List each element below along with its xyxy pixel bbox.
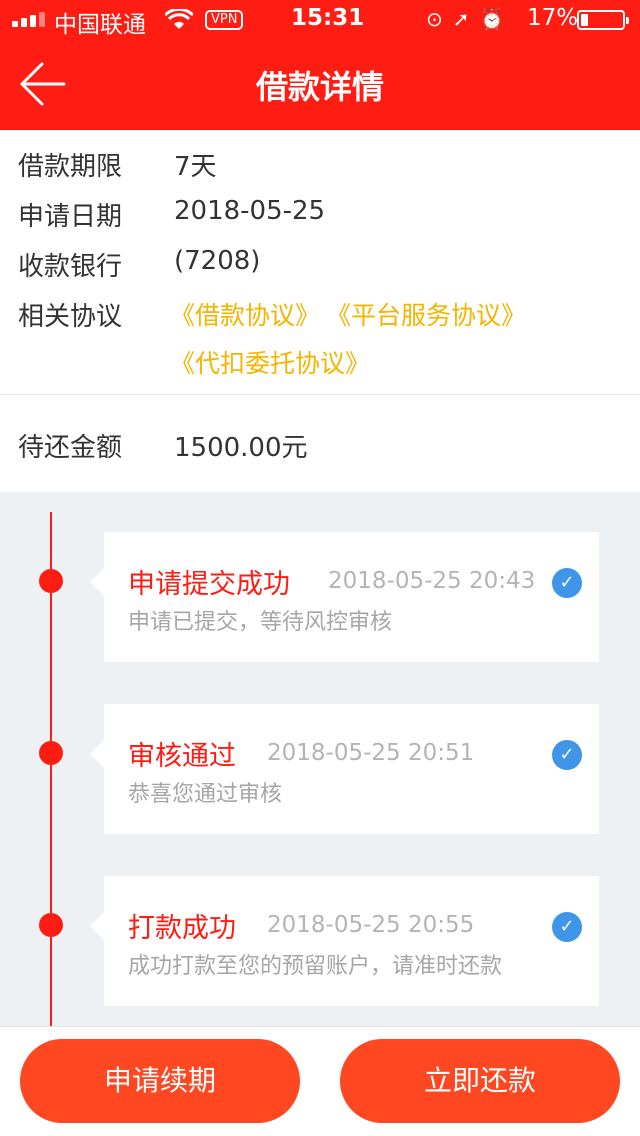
signal-icon [12, 12, 45, 27]
step-desc: 申请已提交，等待风控审核 [128, 610, 393, 635]
step-title: 申请提交成功 [128, 569, 290, 600]
agreements-label: 相关协议 [18, 302, 123, 332]
wifi-icon [163, 7, 195, 37]
date-value: 2018-05-25 [174, 196, 326, 226]
battery-percent: 17% [527, 5, 579, 31]
vpn-badge: VPN [205, 10, 244, 30]
timeline-dot [39, 913, 63, 937]
step-time: 2018-05-25 20:51 [267, 740, 475, 766]
divider [0, 394, 640, 395]
term-value: 7天 [174, 152, 217, 182]
timeline-dot [39, 741, 63, 765]
step-desc: 成功打款至您的预留账户，请准时还款 [128, 954, 503, 979]
step-time: 2018-05-25 20:55 [267, 912, 475, 938]
page-title: 借款详情 [255, 68, 384, 106]
header-bar: 中国联通 VPN 15:31 ⊙➚⏰ 17% 借款详情 [0, 0, 640, 130]
withholding-agreement-link[interactable]: 《代扣委托协议》 [170, 344, 370, 380]
step-time: 2018-05-25 20:43 [328, 568, 536, 594]
term-label: 借款期限 [18, 152, 123, 182]
check-icon: ✓ [552, 740, 582, 770]
renew-button[interactable]: 申请续期 [20, 1039, 300, 1123]
timeline-card: 申请提交成功 2018-05-25 20:43 申请已提交，等待风控审核 ✓ [90, 532, 599, 662]
bank-value: (7208) [174, 246, 261, 276]
battery-fill [581, 14, 588, 26]
rotation-lock-icon: ⊙ [426, 7, 453, 31]
status-bar: 中国联通 VPN 15:31 ⊙➚⏰ 17% [0, 0, 640, 40]
alarm-icon: ⏰ [479, 7, 515, 31]
repay-button[interactable]: 立即还款 [340, 1039, 620, 1123]
carrier-name: 中国联通 [54, 12, 146, 38]
check-icon: ✓ [552, 912, 582, 942]
check-icon: ✓ [552, 568, 582, 598]
battery-icon [577, 10, 629, 30]
timeline-card: 打款成功 2018-05-25 20:55 成功打款至您的预留账户，请准时还款 … [90, 876, 599, 1006]
location-icon: ➚ [452, 7, 480, 31]
date-label: 申请日期 [18, 202, 123, 232]
timeline-dot [39, 569, 63, 593]
platform-service-agreement-link[interactable]: 《平台服务协议》 [326, 296, 526, 332]
status-time: 15:31 [291, 5, 365, 31]
loan-agreement-link[interactable]: 《借款协议》 [170, 296, 320, 332]
step-desc: 恭喜您通过审核 [128, 782, 283, 807]
bank-label: 收款银行 [18, 252, 123, 282]
timeline-card: 审核通过 2018-05-25 20:51 恭喜您通过审核 ✓ [90, 704, 599, 834]
amount-value: 1500.00元 [174, 433, 308, 463]
step-title: 打款成功 [128, 913, 236, 944]
step-title: 审核通过 [128, 741, 236, 772]
amount-label: 待还金额 [18, 433, 123, 463]
